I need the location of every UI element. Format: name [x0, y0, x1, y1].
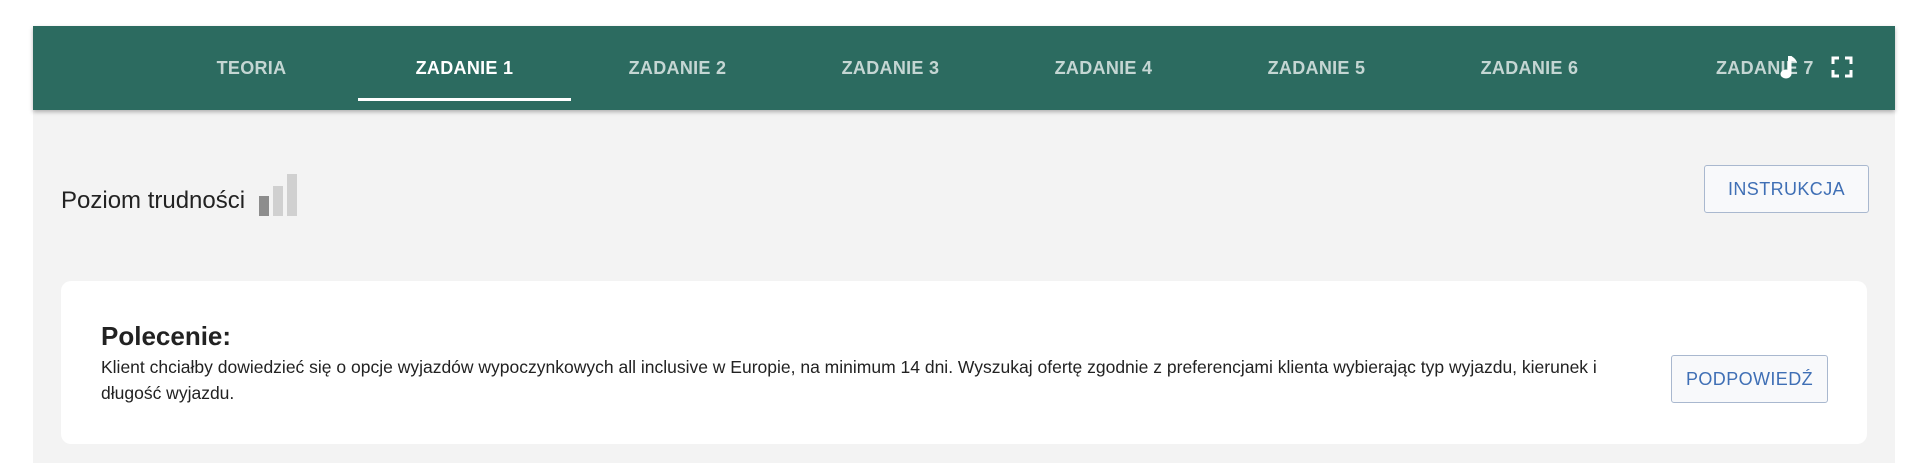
- tab-label: ZADANIE 1: [415, 57, 514, 78]
- difficulty-bars-icon: [259, 174, 298, 216]
- task-title: Polecenie:: [101, 321, 232, 351]
- tab-list: TEORIA ZADANIE 1 ZADANIE 2 ZADANIE 3 ZAD…: [145, 26, 1836, 110]
- tab-label: ZADANIE 4: [1054, 57, 1153, 78]
- tab-zadanie-2[interactable]: ZADANIE 2: [571, 26, 784, 110]
- task-description: Klient chciałby dowiedzieć się o opcje w…: [101, 357, 1597, 403]
- top-navigation-bar: TEORIA ZADANIE 1 ZADANIE 2 ZADANIE 3 ZAD…: [33, 26, 1895, 110]
- tab-label: ZADANIE 2: [628, 57, 727, 78]
- difficulty-bar: [287, 174, 298, 216]
- difficulty-bar: [259, 196, 270, 216]
- fullscreen-icon[interactable]: [1827, 52, 1857, 82]
- tab-label: ZADANIE 6: [1480, 57, 1579, 78]
- tab-teoria[interactable]: TEORIA: [145, 26, 358, 110]
- instruction-button[interactable]: INSTRUKCJA: [1704, 165, 1869, 213]
- music-note-icon[interactable]: [1773, 52, 1803, 82]
- difficulty-bar: [273, 186, 284, 216]
- tab-zadanie-7[interactable]: ZADANIE 7: [1636, 26, 1836, 110]
- tab-zadanie-3[interactable]: ZADANIE 3: [784, 26, 997, 110]
- tab-zadanie-1[interactable]: ZADANIE 1: [358, 26, 571, 110]
- tab-zadanie-6[interactable]: ZADANIE 6: [1423, 26, 1636, 110]
- hint-button[interactable]: PODPOWIEDŹ: [1671, 355, 1828, 403]
- tab-label: TEORIA: [216, 57, 287, 78]
- tab-zadanie-5[interactable]: ZADANIE 5: [1210, 26, 1423, 110]
- difficulty-indicator: Poziom trudności: [61, 174, 298, 222]
- tab-zadanie-4[interactable]: ZADANIE 4: [997, 26, 1210, 110]
- tab-label: ZADANIE 3: [841, 57, 940, 78]
- difficulty-label: Poziom trudności: [61, 187, 246, 214]
- tab-label: ZADANIE 5: [1267, 57, 1366, 78]
- task-card: Polecenie: Klient chciałby dowiedzieć si…: [61, 281, 1867, 444]
